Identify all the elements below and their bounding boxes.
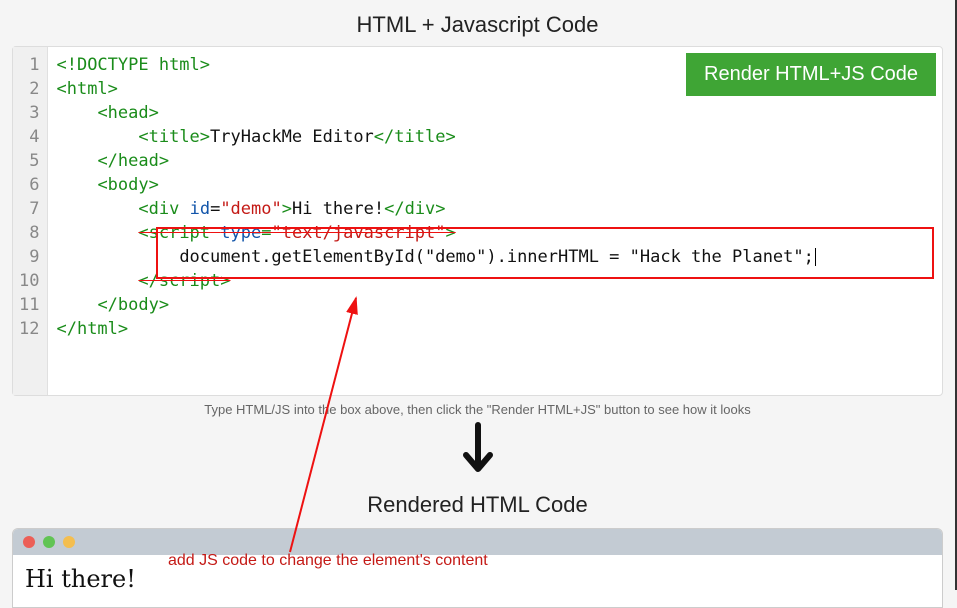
text-cursor-icon xyxy=(815,248,816,266)
annotation-text: add JS code to change the element's cont… xyxy=(168,552,488,570)
code-token: Hi there! xyxy=(292,199,384,219)
close-icon[interactable] xyxy=(23,536,35,548)
code-token: id xyxy=(190,199,210,219)
render-button[interactable]: Render HTML+JS Code xyxy=(686,53,936,96)
code-editor[interactable]: 1 2 3 4 5 6 7 8 9 10 11 12 <!DOCTYPE htm… xyxy=(12,46,943,396)
code-token: document.getElementById("demo").innerHTM… xyxy=(179,247,814,267)
code-token: <html> xyxy=(56,79,117,99)
code-textarea[interactable]: <!DOCTYPE html> <html> <head> <title>Try… xyxy=(48,47,942,395)
editor-title: HTML + Javascript Code xyxy=(0,0,955,46)
arrow-down-icon xyxy=(0,421,955,486)
line-number: 11 xyxy=(13,293,47,317)
maximize-icon[interactable] xyxy=(63,536,75,548)
line-number: 9 xyxy=(13,245,47,269)
code-token: "demo" xyxy=(220,199,281,219)
code-token: > xyxy=(282,199,292,219)
code-token: </title> xyxy=(374,127,456,147)
code-token: </html> xyxy=(56,319,128,339)
editor-hint: Type HTML/JS into the box above, then cl… xyxy=(0,402,955,417)
line-number: 5 xyxy=(13,149,47,173)
line-number: 8 xyxy=(13,221,47,245)
line-number: 12 xyxy=(13,317,47,341)
rendered-title: Rendered HTML Code xyxy=(0,492,955,518)
line-number: 10 xyxy=(13,269,47,293)
minimize-icon[interactable] xyxy=(43,536,55,548)
code-token: <!DOCTYPE html> xyxy=(56,55,210,75)
code-token: </div> xyxy=(384,199,445,219)
code-token: </script> xyxy=(138,271,230,291)
line-number: 3 xyxy=(13,101,47,125)
line-number: 1 xyxy=(13,53,47,77)
code-token: </head> xyxy=(97,151,169,171)
line-gutter: 1 2 3 4 5 6 7 8 9 10 11 12 xyxy=(13,47,48,395)
code-token: TryHackMe Editor xyxy=(210,127,374,147)
code-token: <title> xyxy=(138,127,210,147)
line-number: 4 xyxy=(13,125,47,149)
code-token: </body> xyxy=(97,295,169,315)
code-token: <div xyxy=(138,199,179,219)
code-token: <script type="text/javascript"> xyxy=(138,223,455,243)
code-token: <head> xyxy=(97,103,158,123)
line-number: 6 xyxy=(13,173,47,197)
code-token: <body> xyxy=(97,175,158,195)
line-number: 7 xyxy=(13,197,47,221)
line-number: 2 xyxy=(13,77,47,101)
